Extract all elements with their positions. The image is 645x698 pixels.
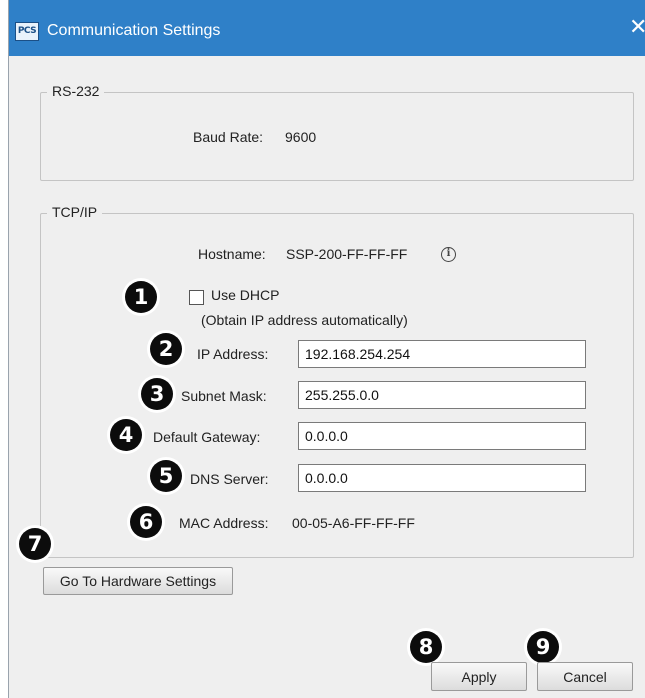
mac-address-value: 00-05-A6-FF-FF-FF bbox=[292, 515, 415, 531]
cancel-button[interactable]: Cancel bbox=[537, 662, 633, 691]
subnet-mask-label: Subnet Mask: bbox=[181, 388, 267, 404]
use-dhcp-checkbox[interactable] bbox=[189, 290, 204, 305]
callout-7: 7 bbox=[19, 528, 51, 560]
callout-1: 1 bbox=[125, 281, 157, 313]
tcpip-legend: TCP/IP bbox=[47, 204, 103, 220]
default-gateway-label: Default Gateway: bbox=[153, 429, 261, 445]
ip-address-label: IP Address: bbox=[197, 346, 269, 362]
window-title: Communication Settings bbox=[47, 22, 221, 39]
mac-address-label: MAC Address: bbox=[179, 515, 269, 531]
callout-9: 9 bbox=[527, 631, 559, 663]
dns-server-label: DNS Server: bbox=[190, 471, 269, 487]
dhcp-hint-text: (Obtain IP address automatically) bbox=[201, 312, 408, 328]
baud-rate-label: Baud Rate: bbox=[193, 129, 264, 145]
callout-2: 2 bbox=[150, 333, 182, 365]
app-icon: PCS bbox=[15, 22, 39, 41]
baud-rate-value: 9600 bbox=[285, 129, 317, 145]
callout-5: 5 bbox=[150, 460, 182, 492]
callout-6: 6 bbox=[130, 506, 162, 538]
close-icon[interactable]: ✕ bbox=[629, 16, 645, 40]
go-to-hardware-settings-button[interactable]: Go To Hardware Settings bbox=[43, 567, 233, 595]
ip-address-field[interactable] bbox=[298, 340, 586, 368]
default-gateway-field[interactable] bbox=[298, 422, 586, 450]
dns-server-field[interactable] bbox=[298, 464, 586, 492]
callout-8: 8 bbox=[410, 631, 442, 663]
use-dhcp-label: Use DHCP bbox=[211, 287, 280, 303]
callout-4: 4 bbox=[110, 419, 142, 451]
subnet-mask-field[interactable] bbox=[298, 381, 586, 409]
hostname-label: Hostname: bbox=[198, 246, 266, 262]
title-bar: PCS Communication Settings ✕ bbox=[9, 0, 645, 56]
rs232-group: RS-232 bbox=[40, 83, 634, 181]
hostname-value: SSP-200-FF-FF-FF bbox=[286, 246, 408, 262]
callout-3: 3 bbox=[141, 378, 173, 410]
rs232-legend: RS-232 bbox=[47, 83, 105, 99]
info-icon[interactable]: i bbox=[441, 247, 456, 262]
communication-settings-window: PCS Communication Settings ✕ RS-232 Baud… bbox=[8, 0, 645, 698]
apply-button[interactable]: Apply bbox=[431, 662, 527, 691]
